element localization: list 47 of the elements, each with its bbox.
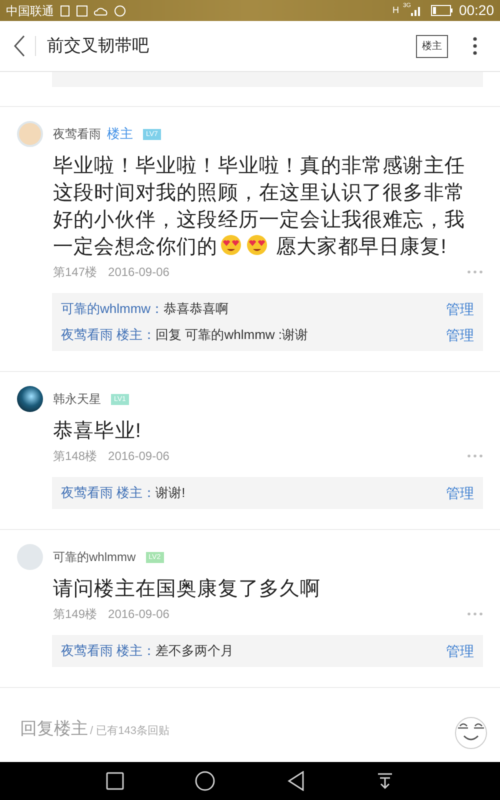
post-body: 请问楼主在国奥康复了多久啊 [53,577,322,602]
heart-eyes-emoji-icon [246,234,268,256]
back-icon[interactable] [13,35,25,57]
username[interactable]: 可靠的whlmmw [53,548,136,566]
clock: 00:20 [458,1,494,20]
post-body: 毕业啦！毕业啦！毕业啦！真的非常感谢主任这段时间对我的照顾，在这里认识了很多非常好的小伙伴，这段经历一定会让我很难忘，我一定会想念你们的 愿大家都早日康复! [53,154,466,260]
reply-text: 回复 可靠的whlmmw :谢谢 [156,326,308,344]
carrier-name: 中国联通 [6,2,54,20]
notification-pull-icon[interactable] [376,772,394,790]
home-icon[interactable] [195,771,216,791]
op-label: 楼主 [107,125,133,144]
battery-icon [430,5,453,16]
heart-eyes-emoji-icon [220,234,242,256]
smiley-icon[interactable] [454,716,488,750]
post-date: 2016-09-06 [108,264,170,281]
image-icon [76,4,88,16]
manage-link[interactable]: 管理 [446,640,474,662]
manage-link[interactable]: 管理 [446,324,474,346]
manage-link[interactable]: 管理 [446,298,474,320]
reply-author[interactable]: 可靠的whlmmw： [61,299,164,319]
floor-number: 第149楼 [53,606,98,623]
upload-icon [60,4,70,16]
manage-link[interactable]: 管理 [446,482,474,504]
more-menu-icon[interactable] [473,37,477,55]
floor-number: 第147楼 [53,264,98,281]
post-date: 2016-09-06 [108,606,170,623]
post-date: 2016-09-06 [108,448,170,465]
reply-author[interactable]: 夜莺看雨 楼主： [61,641,156,661]
network-type: H [392,4,399,17]
cloud-icon [94,6,108,16]
avatar-icon[interactable] [17,386,43,412]
reply-author[interactable]: 夜莺看雨 楼主： [61,325,156,345]
post-body: 恭喜毕业! [53,419,143,444]
reply-count: / 已有143条回贴 [90,724,170,739]
reply-text: 差不多两个月 [156,642,234,660]
op-only-button[interactable]: 楼主 [416,34,448,58]
reply-text: 恭喜恭喜啊 [164,300,229,318]
recent-apps-icon[interactable] [106,772,124,790]
reply-author[interactable]: 夜莺看雨 楼主： [61,483,156,503]
blocked-icon [114,4,126,16]
reply-text: 谢谢! [156,484,186,502]
page-title: 前交叉韧带吧 [47,35,149,58]
username[interactable]: 韩永天星 [53,390,101,408]
reply-input-placeholder[interactable]: 回复楼主 [20,716,88,742]
signal-icon [410,5,423,16]
username[interactable]: 夜莺看雨 [53,125,101,143]
floor-number: 第148楼 [53,448,98,465]
